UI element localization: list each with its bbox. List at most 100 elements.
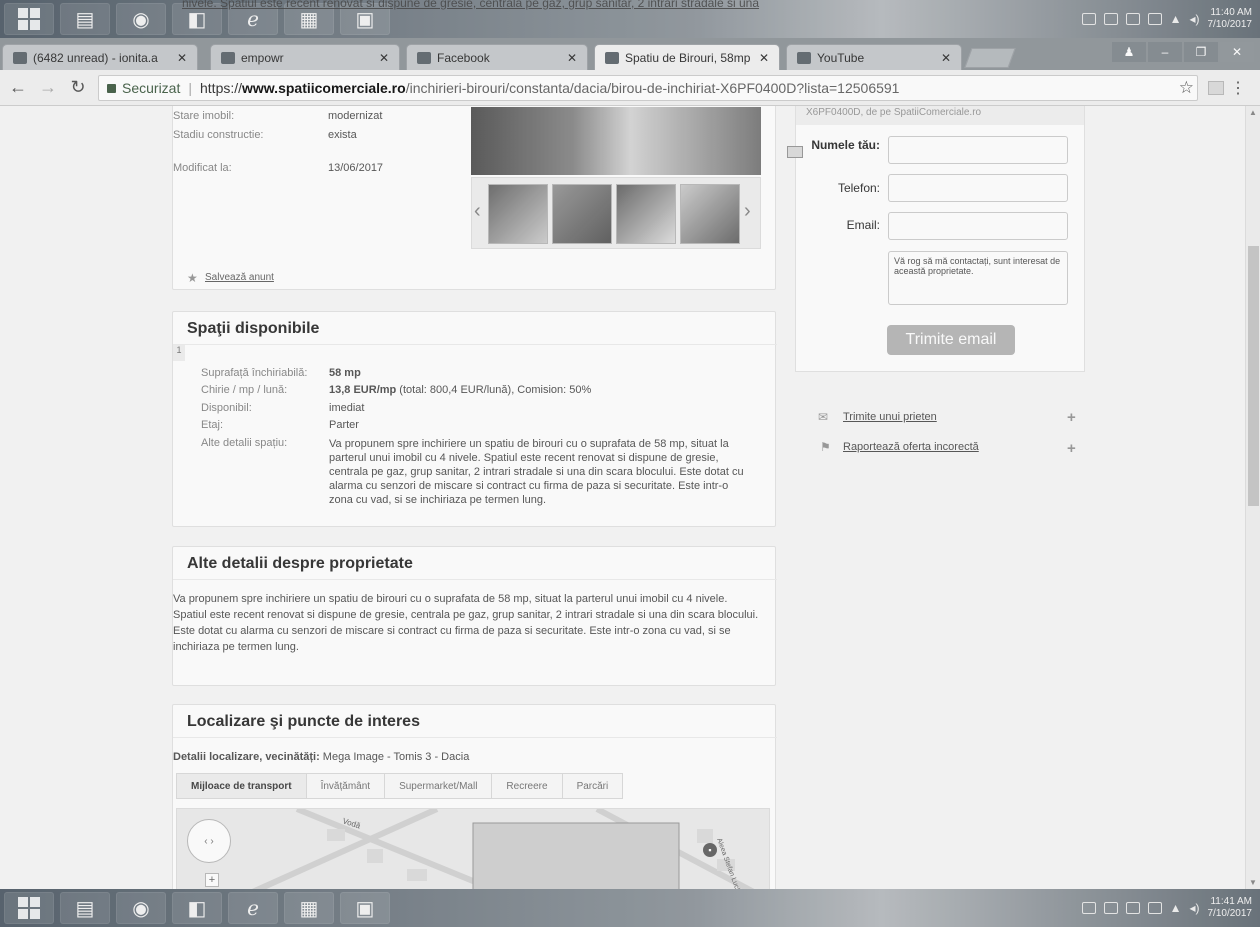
tray-app-icon[interactable]	[1147, 13, 1162, 25]
start-button[interactable]	[4, 892, 54, 924]
photo-thumbnail[interactable]	[680, 184, 740, 244]
plus-icon[interactable]: +	[1067, 440, 1076, 457]
tab-invatamant[interactable]: Învățământ	[305, 773, 386, 799]
save-listing-link[interactable]: Salvează anunt	[205, 272, 274, 283]
forward-icon[interactable]: →	[36, 77, 60, 98]
excel-icon[interactable]: ▦	[284, 892, 334, 924]
windows-icon	[18, 897, 40, 919]
address-bar: ← → ↻ Securizat | https:// www.spatiicom…	[0, 70, 1260, 106]
tab-label: empowr	[241, 50, 284, 65]
tab-parcari[interactable]: Parcări	[561, 773, 624, 799]
tab-supermarket[interactable]: Supermarket/Mall	[384, 773, 493, 799]
new-tab-button[interactable]	[964, 48, 1016, 68]
disponibil-value: imediat	[329, 402, 365, 414]
network-icon[interactable]: ▲	[1170, 901, 1182, 915]
chrome-icon[interactable]: ◉	[116, 3, 166, 35]
tray-app-icon[interactable]	[1081, 902, 1096, 914]
windows-icon	[18, 8, 40, 30]
tray-app-icon[interactable]	[1125, 13, 1140, 25]
tab-youtube[interactable]: YouTube ✕	[786, 44, 962, 70]
photo-thumbnail[interactable]	[616, 184, 676, 244]
ghost-page-text: nivele. Spatiul este recent renovat si d…	[182, 0, 760, 10]
close-icon[interactable]: ✕	[941, 51, 951, 65]
report-offer-link[interactable]: Raportează oferta incorectă	[843, 441, 979, 453]
location-title: Localizare şi puncte de interes	[187, 713, 420, 730]
file-explorer-icon[interactable]: ▤	[60, 3, 110, 35]
office-icon[interactable]: ◧	[172, 892, 222, 924]
vecinatati-label: Detalii localizare, vecinătăți:	[173, 751, 320, 763]
publisher-icon[interactable]: ▣	[340, 892, 390, 924]
page-scrollbar[interactable]: ▲ ▼	[1245, 106, 1260, 889]
menu-icon[interactable]: ⋮	[1230, 78, 1246, 98]
vecinatati-value: Mega Image - Tomis 3 - Dacia	[319, 751, 470, 763]
phone-field[interactable]	[888, 174, 1068, 202]
bookmark-star-icon[interactable]: ☆	[1179, 78, 1194, 98]
poi-tabs: Mijloace de transport Învățământ Superma…	[176, 773, 624, 799]
map-zoom-in-icon[interactable]: +	[205, 873, 219, 887]
photo-thumbnail[interactable]	[488, 184, 548, 244]
message-textarea[interactable]: Vă rog să mă contactați, sunt interesat …	[888, 251, 1068, 305]
chrome-icon[interactable]: ◉	[116, 892, 166, 924]
scroll-up-icon[interactable]: ▲	[1249, 108, 1257, 117]
url-input[interactable]: Securizat | https:// www.spatiicomercial…	[98, 74, 1198, 101]
close-icon[interactable]: ✕	[759, 51, 769, 65]
close-icon[interactable]: ✕	[177, 51, 187, 65]
system-tray: ▲ ◂) 11:40 AM 7/10/2017	[1081, 0, 1253, 38]
volume-icon[interactable]: ◂)	[1189, 901, 1199, 915]
extension-icon[interactable]	[1208, 81, 1224, 95]
tab-spatiu-birouri[interactable]: Spatiu de Birouri, 58mp ✕	[594, 44, 780, 70]
tab-label: (6482 unread) - ionita.a	[33, 50, 158, 65]
send-email-button[interactable]: Trimite email	[887, 325, 1015, 355]
name-field[interactable]	[888, 136, 1068, 164]
tray-app-icon[interactable]	[1103, 13, 1118, 25]
disponibil-label: Disponibil:	[201, 402, 252, 414]
scroll-thumb[interactable]	[1248, 246, 1259, 506]
photo-thumbnail[interactable]	[552, 184, 612, 244]
internet-explorer-icon[interactable]: ℯ	[228, 892, 278, 924]
stadiu-label: Stadiu constructie:	[173, 129, 264, 141]
clock-date: 7/10/2017	[1207, 908, 1253, 919]
minimize-icon[interactable]: –	[1148, 42, 1182, 62]
property-details-card: Alte detalii despre proprietate Va propu…	[172, 546, 777, 686]
send-to-friend-link[interactable]: Trimite unui prieten	[843, 411, 937, 423]
network-icon[interactable]: ▲	[1170, 12, 1182, 26]
tab-facebook[interactable]: Facebook ✕	[406, 44, 588, 70]
tray-app-icon[interactable]	[1081, 13, 1096, 25]
suprafata-label: Suprafață închiriabilă:	[201, 367, 308, 379]
system-tray: ▲ ◂) 11:41 AM 7/10/2017	[1081, 889, 1253, 927]
close-icon[interactable]: ✕	[379, 51, 389, 65]
clock[interactable]: 11:41 AM 7/10/2017	[1208, 896, 1253, 920]
user-icon[interactable]: ♟	[1112, 42, 1146, 62]
file-explorer-icon[interactable]: ▤	[60, 892, 110, 924]
taskbar-top: nivele. Spatiul este recent renovat si d…	[0, 0, 1260, 38]
clock[interactable]: 11:40 AM 7/10/2017	[1208, 7, 1253, 31]
main-photo[interactable]	[471, 107, 761, 175]
tray-app-icon[interactable]	[1125, 902, 1140, 914]
tab-recreere[interactable]: Recreere	[491, 773, 563, 799]
back-icon[interactable]: ←	[6, 77, 30, 98]
tray-app-icon[interactable]	[1103, 902, 1118, 914]
stadiu-value: exista	[328, 129, 357, 141]
close-icon[interactable]: ✕	[567, 51, 577, 65]
etaj-label: Etaj:	[201, 419, 224, 431]
scroll-down-icon[interactable]: ▼	[1249, 878, 1257, 887]
tray-app-icon[interactable]	[1147, 902, 1162, 914]
bus-stop-icon[interactable]: ▪	[703, 843, 717, 857]
tab-empowr[interactable]: empowr ✕	[210, 44, 400, 70]
email-field[interactable]	[888, 212, 1068, 240]
tab-outlook[interactable]: (6482 unread) - ionita.a ✕	[2, 44, 198, 70]
modificat-value: 13/06/2017	[328, 162, 384, 174]
window-close-icon[interactable]: ✕	[1220, 42, 1254, 62]
volume-icon[interactable]: ◂)	[1189, 12, 1199, 26]
site-icon	[605, 51, 619, 64]
tab-transport[interactable]: Mijloace de transport	[176, 773, 307, 799]
chevron-left-icon[interactable]: ‹	[474, 200, 481, 223]
map-pan-control[interactable]: ‹ ›	[187, 819, 231, 863]
chevron-right-icon[interactable]: ›	[744, 200, 751, 223]
reload-icon[interactable]: ↻	[66, 77, 90, 98]
location-map[interactable]: Vodă Aleea Stefan Luchian ‹ › + ▪	[176, 808, 770, 889]
restore-icon[interactable]: ❐	[1184, 42, 1218, 62]
envelope-icon: ✉	[818, 410, 829, 424]
plus-icon[interactable]: +	[1067, 409, 1076, 426]
start-button[interactable]	[4, 3, 54, 35]
